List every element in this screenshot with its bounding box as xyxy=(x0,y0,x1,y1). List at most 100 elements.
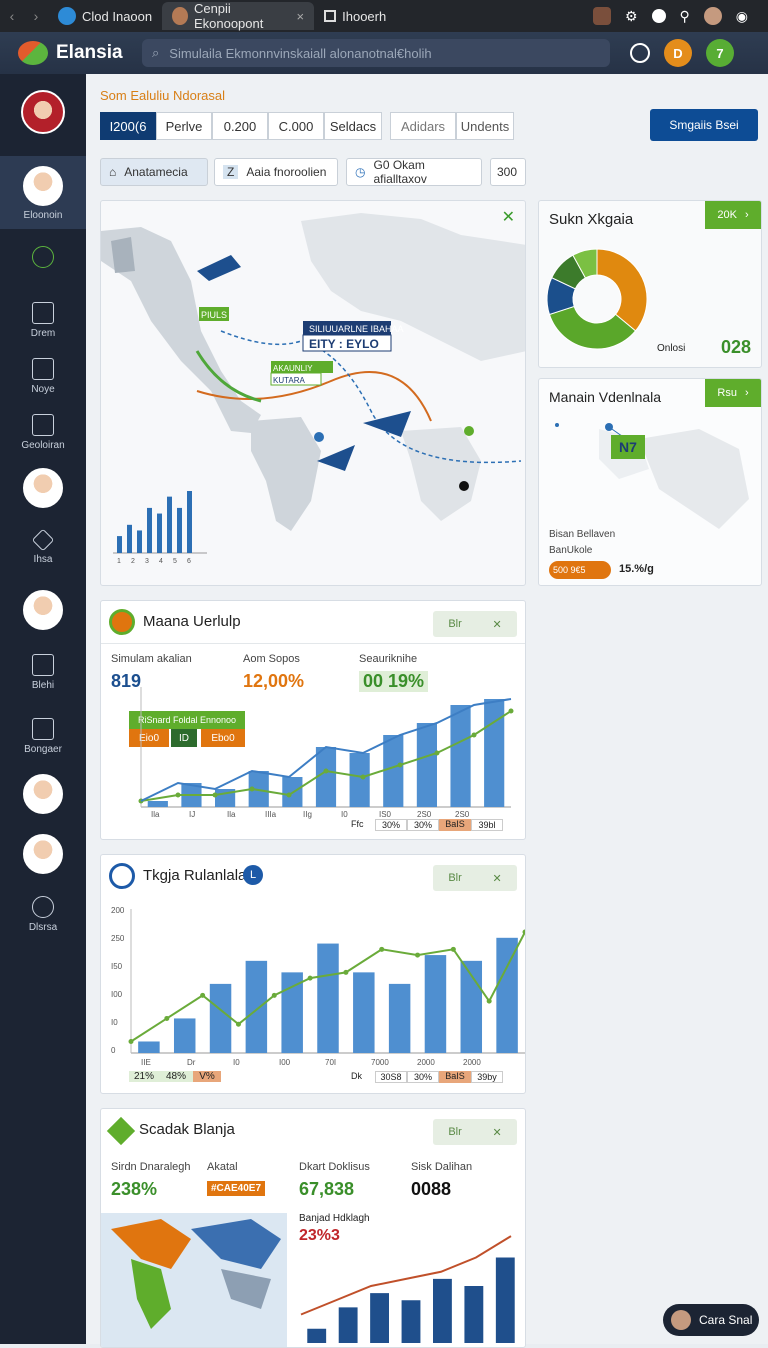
bar xyxy=(137,530,142,553)
sidebar-profile-avatar[interactable] xyxy=(0,90,86,134)
tick-label: IIE xyxy=(141,1058,151,1067)
segment-button[interactable]: I200(6 xyxy=(100,112,156,140)
tab-close-icon[interactable]: × xyxy=(297,9,305,24)
back-arrow-icon[interactable]: ‹ xyxy=(0,8,24,24)
sidebar-item-search[interactable]: Dlsrsa xyxy=(0,896,86,933)
search-input[interactable]: ⌕ Simulaila Ekmonnvinskaiall alonanotnal… xyxy=(142,39,610,67)
close-icon[interactable]: ✕ xyxy=(502,207,515,227)
tick-label: 2 xyxy=(131,558,135,565)
footer-label: Ffc xyxy=(351,819,364,829)
sidebar-item-label: Ihsa xyxy=(33,554,53,565)
bar xyxy=(495,1257,515,1343)
sidebar-item-user-3[interactable] xyxy=(0,774,86,814)
settings-gear-icon[interactable]: ⚙ xyxy=(625,8,638,25)
filter-chip[interactable]: ◷ G0 Okam afialltaxov xyxy=(346,158,482,186)
tab-label: Ihooerh xyxy=(342,8,387,24)
profile-avatar-icon[interactable] xyxy=(703,7,722,25)
extension-icon[interactable] xyxy=(592,7,611,25)
tick-label: 2000 xyxy=(463,1058,481,1067)
sidebar-item-home[interactable]: Drem xyxy=(0,302,86,339)
map-banner-2: EITY : EYLO xyxy=(309,337,379,351)
map-mini-bar-chart: 1 2 3 4 5 6 xyxy=(113,491,207,565)
logo-mark-icon xyxy=(18,41,48,65)
tick-label: 250 xyxy=(111,934,125,943)
bar xyxy=(433,1278,452,1343)
search-icon xyxy=(32,896,54,918)
chart-card-1: Maana Uerlulp Blr ✕ Simulam akalian 819 A… xyxy=(100,600,526,840)
sidebar-item-economy[interactable]: Eloonoin xyxy=(0,156,86,229)
map-label: KUTARA xyxy=(273,376,306,385)
point xyxy=(343,969,349,975)
tab-label: Clod Inaoon xyxy=(82,8,153,24)
reports-icon xyxy=(32,358,54,380)
tick-label: 6 xyxy=(187,558,191,565)
point xyxy=(249,786,255,792)
tick-label: 3 xyxy=(145,558,149,565)
chart-card-2: Tkgja Rulanlala L Blr ✕ 200 250 I50 I00 I0 0 II… xyxy=(100,854,526,1094)
bar xyxy=(117,536,122,553)
filter-chip[interactable]: Z Aaia fnoroolien xyxy=(214,158,338,186)
avatar xyxy=(23,590,63,630)
lock-icon xyxy=(32,718,54,740)
segment-button[interactable]: Seldacs xyxy=(324,112,382,140)
bar xyxy=(209,983,232,1053)
search-placeholder: Simulaila Ekmonnvinskaiall alonanotnal€h… xyxy=(169,45,432,61)
app-logo[interactable]: Elansia xyxy=(0,41,140,65)
tick-label: 4 xyxy=(159,558,163,565)
sidebar-item-user-1[interactable] xyxy=(0,468,86,508)
tick-label: 7000 xyxy=(371,1058,389,1067)
footer-label: 48% xyxy=(159,1071,193,1082)
page-subtitle: Som Ealuliu Ndorasal xyxy=(100,88,226,103)
search-icon: ⌕ xyxy=(152,45,160,60)
primary-action-button[interactable]: Smgaiis Bsei xyxy=(650,109,758,141)
app-title: Elansia xyxy=(56,42,123,63)
chart-1-plot[interactable]: Ila IJ Ila IIIa IIg I0 IS0 2S0 2S0 xyxy=(101,601,526,840)
bar xyxy=(416,723,437,807)
chat-button[interactable]: Cara Snal xyxy=(663,1304,759,1336)
segment-button[interactable]: C.000 xyxy=(268,112,324,140)
record-icon[interactable] xyxy=(651,9,666,23)
location-icon[interactable] xyxy=(630,43,650,63)
browser-tab-3[interactable]: Ihooerh xyxy=(314,2,396,30)
sidebar-item-geo[interactable]: Geoloiran xyxy=(0,414,86,451)
filter-chip[interactable]: ⌂ Anatamecia xyxy=(100,158,208,186)
bar xyxy=(388,983,411,1053)
browser-tab-1[interactable]: Clod Inaoon xyxy=(48,2,162,30)
segment-button[interactable]: Adidars xyxy=(390,112,456,140)
tick-label: I0 xyxy=(111,1018,118,1027)
bar xyxy=(173,1018,196,1053)
sidebar-item-label: Noye xyxy=(31,384,55,395)
chart-2-plot[interactable]: 200250I50I00I00IIE Dr I0 I00 70I 7000 2000 2000 xyxy=(101,855,526,1094)
mic-icon[interactable]: ⚲ xyxy=(680,8,690,25)
sidebar-item-user-2[interactable] xyxy=(0,590,86,630)
bar xyxy=(484,699,505,807)
chart-1-footer: Ffc 30% 30% BaIS 39bl xyxy=(351,819,503,831)
menu-icon[interactable]: ◉ xyxy=(736,8,748,25)
tick-label: 0 xyxy=(111,1046,116,1055)
avatar xyxy=(23,166,63,206)
bar xyxy=(147,507,152,553)
point xyxy=(286,792,292,798)
sidebar-item-globe[interactable] xyxy=(0,246,86,272)
tick-label: I0 xyxy=(341,810,348,819)
segment-button[interactable]: 0.200 xyxy=(212,112,268,140)
messages-icon[interactable]: 7 xyxy=(706,39,734,67)
sidebar-item-reports[interactable]: Noye xyxy=(0,358,86,395)
segment-button[interactable]: Perlve xyxy=(156,112,212,140)
filter-chip[interactable]: 300 xyxy=(490,158,526,186)
sidebar-item-lock[interactable]: Bongaer xyxy=(0,718,86,755)
chart-card-3: Scadak Blanja Blr ✕ Sirdn Dnaralegh 238% … xyxy=(100,1108,526,1348)
notifications-icon[interactable]: D xyxy=(664,39,692,67)
chat-label: Cara Snal xyxy=(699,1313,753,1327)
tick-label: 1 xyxy=(117,558,121,565)
sidebar-item-ihsa[interactable]: Ihsa xyxy=(0,528,86,565)
point xyxy=(212,792,218,798)
sidebar-item-user-4[interactable] xyxy=(0,834,86,874)
browser-tab-2[interactable]: Cenpii Ekonoopont × xyxy=(162,1,315,31)
forward-arrow-icon[interactable]: › xyxy=(24,8,48,24)
world-map[interactable]: SILIUUARLNE IBAHAA EITY : EYLO PIULS AKA… xyxy=(101,201,526,586)
sidebar-item-building[interactable]: Blehi xyxy=(0,654,86,691)
segment-button[interactable]: Undents xyxy=(456,112,514,140)
tab-favicon-icon xyxy=(172,7,188,25)
region-map-card: Manain Vdenlnala Rsu › N7 Bisan Bellaven … xyxy=(538,378,762,586)
